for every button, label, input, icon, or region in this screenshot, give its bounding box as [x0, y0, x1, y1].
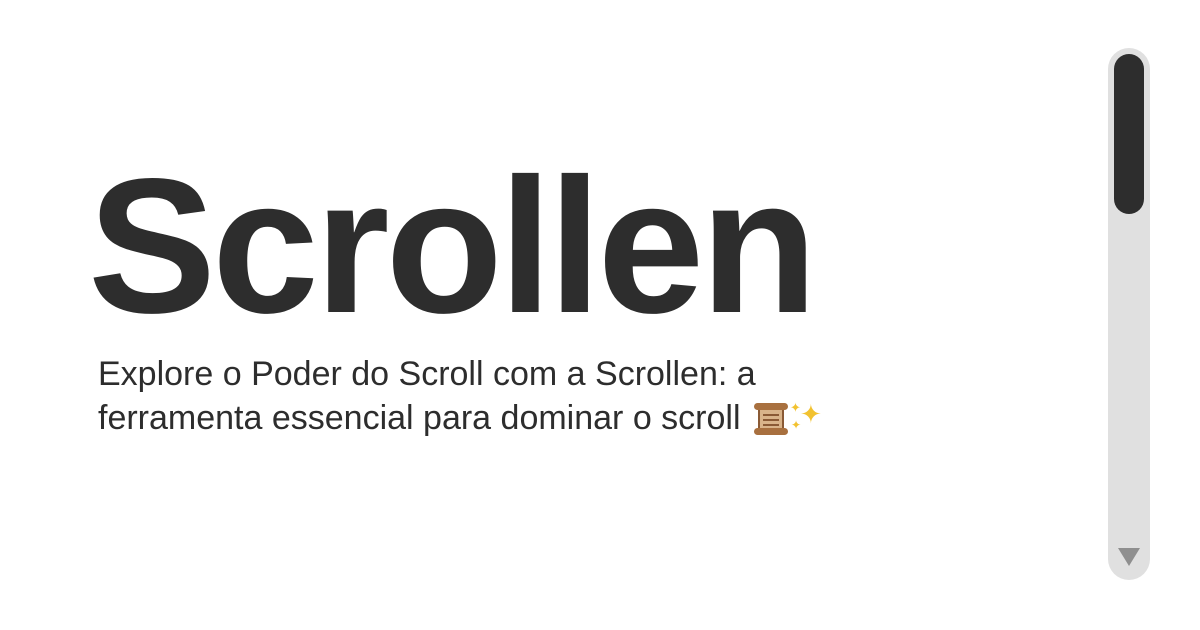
- page-title: Scrollen: [88, 138, 818, 353]
- tagline-highlight: Explore o Poder do Scroll com a Scrollen…: [98, 355, 728, 393]
- scrollbar-thumb[interactable]: [1114, 54, 1144, 214]
- sparkles-icon: ✦ ✦ ✦: [789, 400, 822, 432]
- vertical-scrollbar[interactable]: [1108, 48, 1150, 580]
- tagline: Explore o Poder do Scroll com a Scrollen…: [98, 352, 918, 440]
- scroll-icon: [753, 403, 788, 435]
- triangle-down-icon[interactable]: [1118, 548, 1140, 566]
- page: Scrollen Explore o Poder do Scroll com a…: [0, 0, 1200, 630]
